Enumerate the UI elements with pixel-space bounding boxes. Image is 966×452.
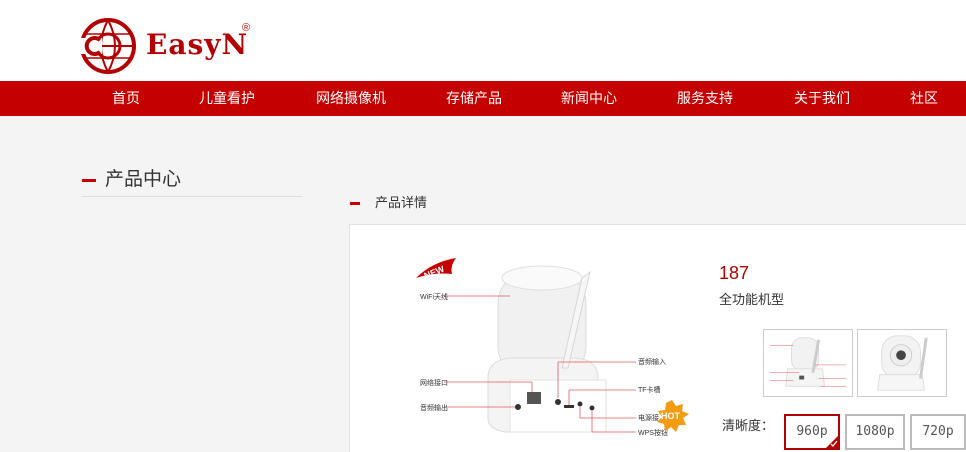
label-wps: WPS按钮: [638, 428, 668, 437]
label-audio-in: 音频输入: [638, 357, 666, 366]
nav-item-about[interactable]: 关于我们: [794, 81, 850, 116]
product-description: 全功能机型: [719, 292, 785, 307]
site-header: EasyN ®: [0, 0, 966, 81]
sidebar-divider: [82, 196, 302, 197]
nav-item-community[interactable]: 社区: [910, 81, 938, 116]
resolution-option-label: 720p: [922, 424, 954, 439]
product-image[interactable]: NEW WiFi天线 网络接口 音频输出 音频输入 TF卡槽 电源接 WPS按钮…: [410, 250, 700, 450]
nav-item-home[interactable]: 首页: [112, 81, 140, 116]
resolution-option-1080p[interactable]: 1080p: [845, 414, 905, 450]
product-thumbnail-2[interactable]: [857, 329, 947, 397]
brand-name: EasyN: [146, 28, 249, 61]
product-thumbnail-1[interactable]: [763, 329, 853, 397]
resolution-label: 清晰度：: [722, 418, 775, 433]
main-nav: 首页 儿童看护 网络摄像机 存储产品 新闻中心 服务支持 关于我们 社区: [0, 81, 966, 116]
nav-item-news[interactable]: 新闻中心: [561, 81, 617, 116]
nav-item-storage[interactable]: 存储产品: [446, 81, 502, 116]
label-audio-out: 音频输出: [420, 403, 448, 412]
camera-thumbnail-front-icon: [877, 335, 928, 391]
hot-badge-icon: HOT: [657, 400, 689, 432]
label-power: 电源接: [638, 413, 659, 422]
selected-check-icon: [826, 436, 838, 448]
nav-item-ip-camera[interactable]: 网络摄像机: [316, 81, 386, 116]
new-badge-icon: NEW: [416, 258, 456, 281]
label-tf: TF卡槽: [638, 385, 661, 394]
section-title: 产品详情: [375, 195, 428, 210]
sidebar-title-text: 产品中心: [105, 169, 182, 190]
nav-item-support[interactable]: 服务支持: [677, 81, 733, 116]
brand-logo[interactable]: EasyN ®: [80, 16, 260, 76]
resolution-option-label: 960p: [796, 424, 828, 439]
product-model: 187: [719, 263, 750, 283]
resolution-option-960p[interactable]: 960p: [784, 414, 840, 450]
globe-logo-icon: [80, 18, 136, 74]
label-network: 网络接口: [420, 378, 448, 387]
registered-mark: ®: [242, 22, 251, 34]
sidebar-title: 产品中心: [82, 168, 181, 192]
resolution-option-label: 1080p: [855, 424, 895, 439]
nav-item-child-care[interactable]: 儿童看护: [199, 81, 255, 116]
camera-thumbnail-back-icon: [770, 337, 846, 387]
hot-badge-text: HOT: [661, 411, 681, 421]
new-badge-text: NEW: [423, 264, 447, 281]
section-title-marker: [350, 202, 360, 205]
resolution-option-720p[interactable]: 720p: [910, 414, 966, 450]
label-wifi: WiFi天线: [420, 292, 448, 301]
